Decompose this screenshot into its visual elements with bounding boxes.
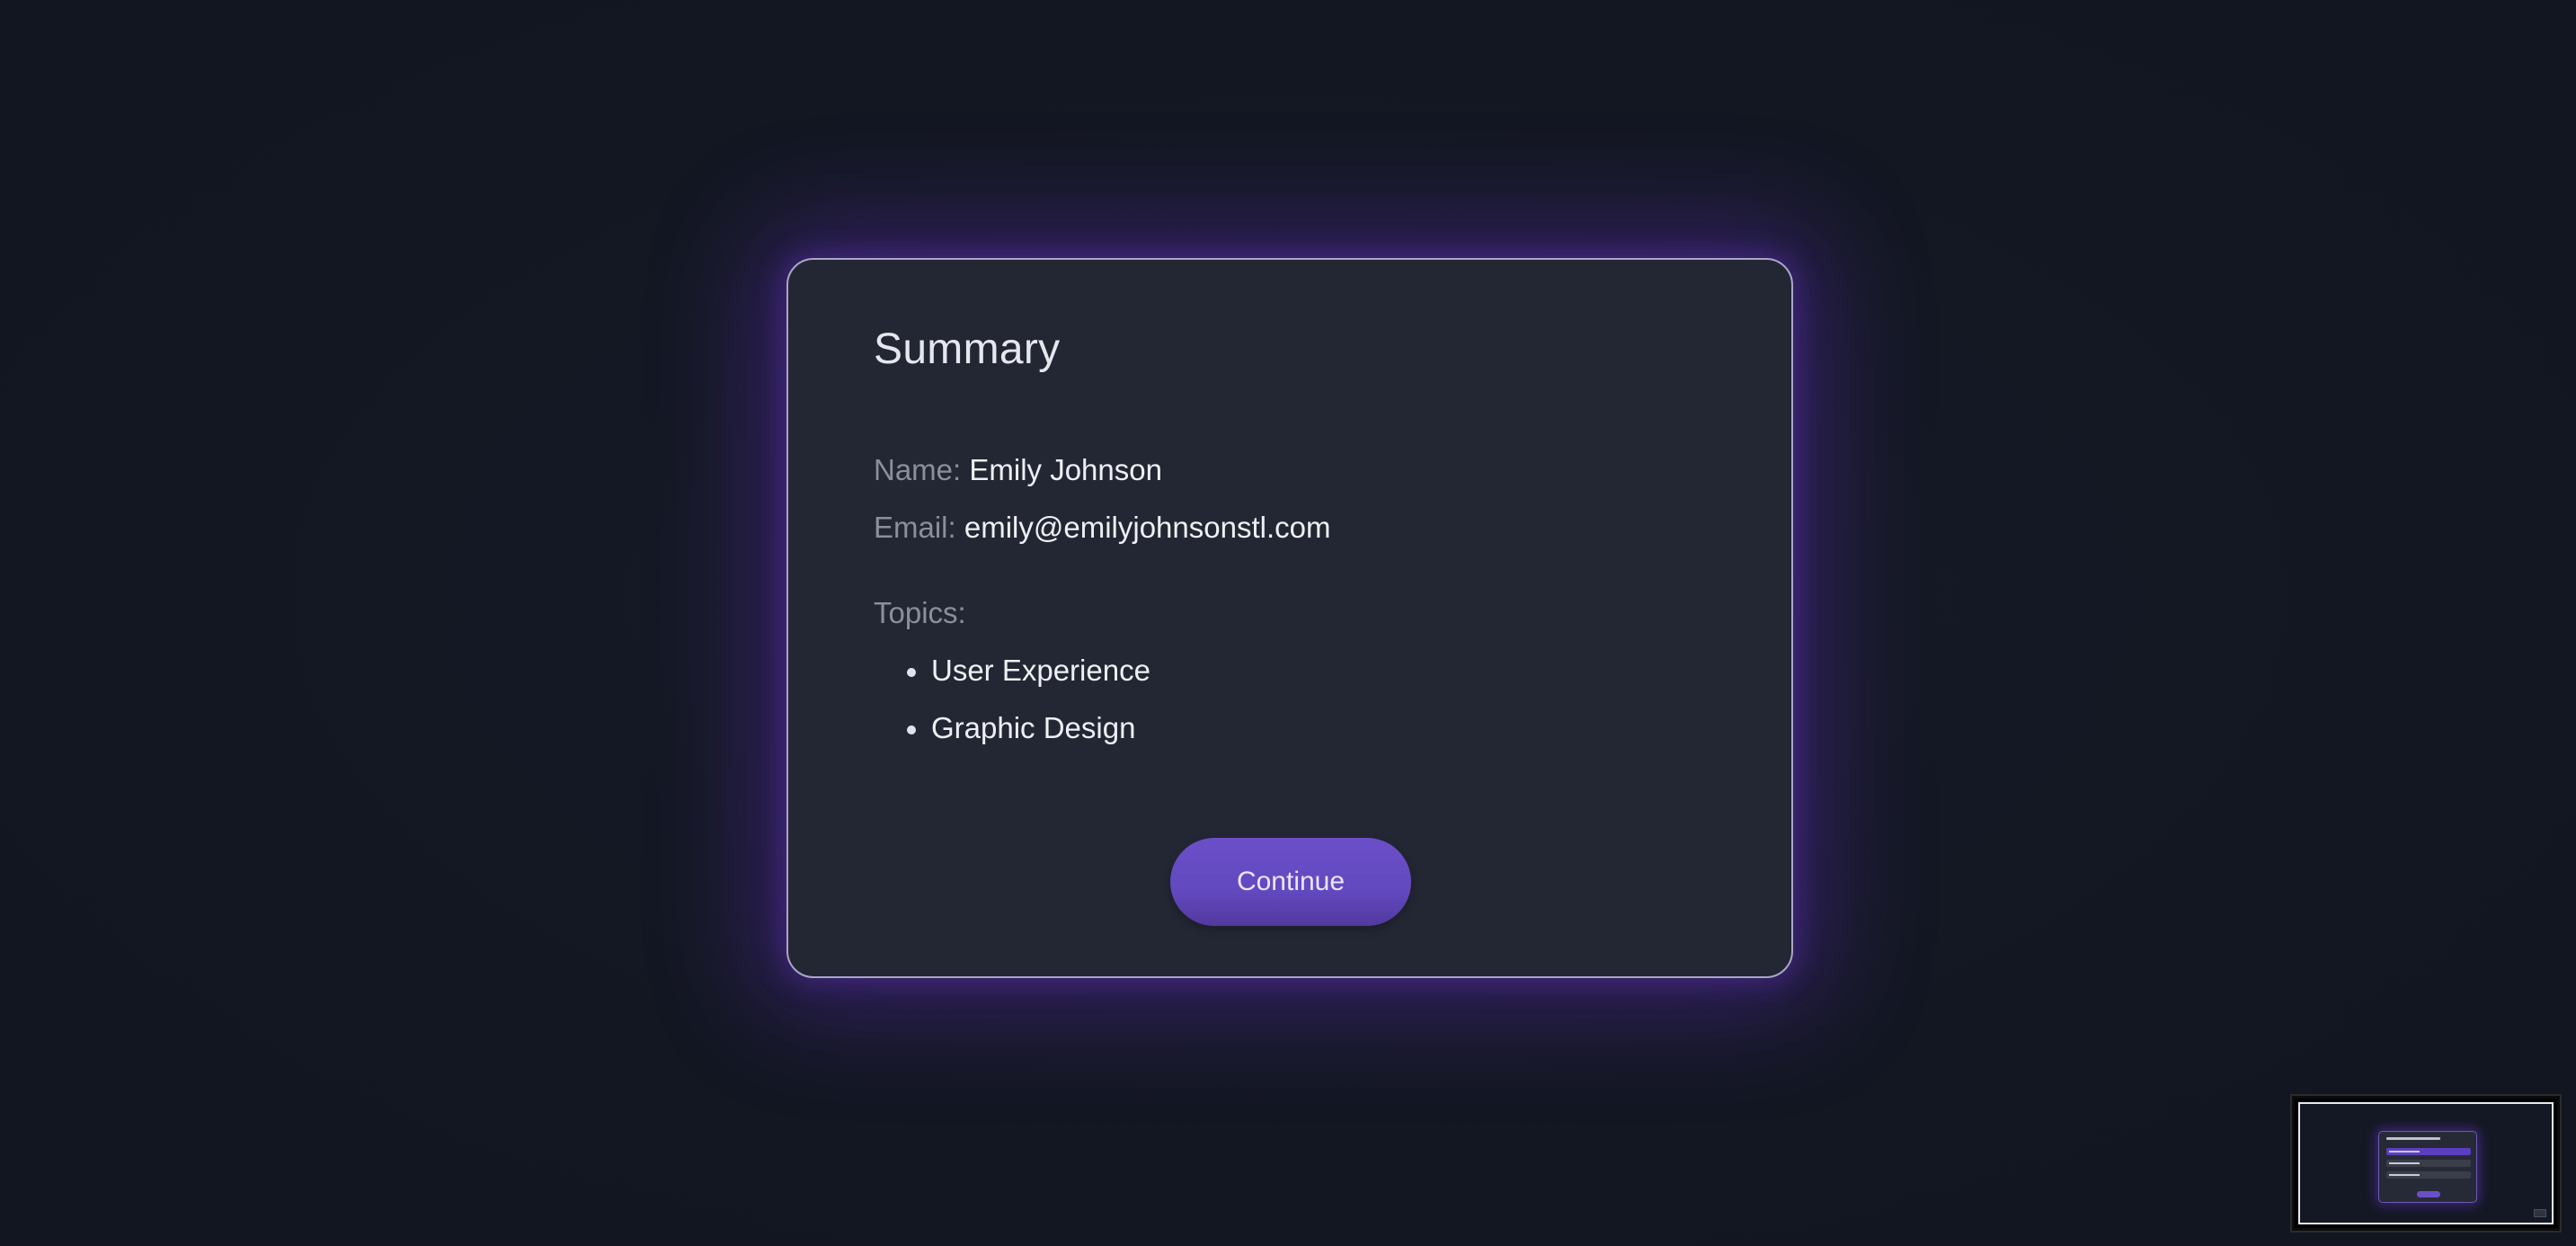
minimap-button — [2417, 1191, 2440, 1197]
app-stage: Summary Name: Emily Johnson Email: emily… — [0, 0, 2576, 1246]
page-title: Summary — [874, 325, 1061, 373]
email-label: Email: — [874, 511, 956, 544]
bullet-icon — [907, 725, 916, 734]
topic-label: User Experience — [931, 654, 1150, 687]
topics-label: Topics: — [874, 596, 966, 629]
topics-list: User Experience Graphic Design — [874, 654, 1150, 769]
topics-row: Topics: — [874, 596, 966, 630]
minimap-corner-icon — [2534, 1209, 2546, 1217]
bullet-icon — [907, 668, 916, 677]
list-item: User Experience — [874, 654, 1150, 711]
minimap-preview[interactable] — [2292, 1096, 2560, 1231]
name-label: Name: — [874, 453, 962, 486]
minimap-option — [2386, 1160, 2471, 1167]
email-value: emily@emilyjohnsonstl.com — [964, 511, 1331, 544]
minimap-viewport — [2298, 1102, 2554, 1224]
summary-card: Summary Name: Emily Johnson Email: emily… — [786, 258, 1793, 978]
email-row: Email: emily@emilyjohnsonstl.com — [874, 511, 1330, 545]
topic-label: Graphic Design — [931, 711, 1136, 744]
name-value: Emily Johnson — [969, 453, 1162, 486]
name-row: Name: Emily Johnson — [874, 453, 1162, 487]
minimap-card — [2378, 1131, 2477, 1203]
minimap-option — [2386, 1148, 2471, 1155]
continue-button[interactable]: Continue — [1170, 838, 1411, 926]
list-item: Graphic Design — [874, 711, 1150, 769]
minimap-title-line — [2386, 1137, 2440, 1140]
minimap-option — [2386, 1171, 2471, 1179]
